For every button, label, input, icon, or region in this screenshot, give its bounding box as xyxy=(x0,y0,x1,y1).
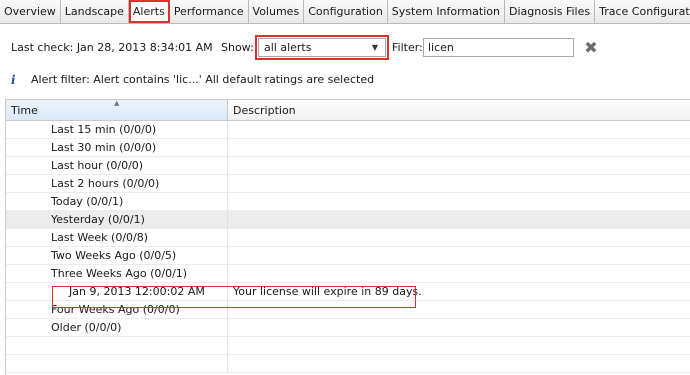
column-header-time-label: Time xyxy=(11,103,38,117)
description-cell xyxy=(228,337,690,354)
time-cell: Yesterday (0/0/1) xyxy=(6,211,228,228)
alert-filter-text: Alert filter: Alert contains 'lic...' Al… xyxy=(31,73,375,86)
description-cell xyxy=(228,211,690,228)
table-row[interactable]: Last Week (0/0/8) xyxy=(6,229,690,247)
time-cell: Last hour (0/0/0) xyxy=(6,157,228,174)
description-cell xyxy=(228,355,690,372)
show-label: Show: xyxy=(221,41,254,54)
time-cell: Two Weeks Ago (0/0/5) xyxy=(6,247,228,264)
table-row[interactable]: Last 2 hours (0/0/0) xyxy=(6,175,690,193)
table-row-alert[interactable]: Jan 9, 2013 12:00:02 AM Your license wil… xyxy=(6,283,690,301)
description-cell xyxy=(228,139,690,156)
info-icon: i xyxy=(11,72,16,87)
column-header-description-label: Description xyxy=(233,103,296,117)
time-cell xyxy=(6,355,228,372)
alert-description-cell: Your license will expire in 89 days. xyxy=(233,285,422,298)
description-cell xyxy=(228,265,690,282)
description-cell xyxy=(228,229,690,246)
tab-configuration[interactable]: Configuration xyxy=(304,0,388,23)
tab-system-information[interactable]: System Information xyxy=(387,0,505,23)
filter-label: Filter: xyxy=(392,41,423,54)
alert-time-cell: Jan 9, 2013 12:00:02 AM xyxy=(6,283,228,300)
time-cell: Older (0/0/0) xyxy=(6,319,228,336)
table-row[interactable]: Four Weeks Ago (0/0/0) xyxy=(6,301,690,319)
show-select-value: all alerts xyxy=(264,41,312,54)
tab-volumes[interactable]: Volumes xyxy=(248,0,305,23)
alerts-table: ▲ Time Description Last 15 min (0/0/0) L… xyxy=(5,99,690,375)
table-row[interactable]: Two Weeks Ago (0/0/5) xyxy=(6,247,690,265)
table-row[interactable]: Last hour (0/0/0) xyxy=(6,157,690,175)
tab-trace-configuration[interactable]: Trace Configuration xyxy=(595,0,690,23)
tab-overview[interactable]: Overview xyxy=(0,0,61,23)
column-header-description[interactable]: Description xyxy=(228,100,690,120)
show-select[interactable]: all alerts ▼ xyxy=(255,35,389,60)
sort-ascending-icon: ▲ xyxy=(114,99,120,107)
table-header: ▲ Time Description xyxy=(6,99,690,121)
clear-filter-button[interactable]: ✖ xyxy=(582,37,600,57)
close-icon: ✖ xyxy=(584,37,598,57)
table-row[interactable]: Today (0/0/1) xyxy=(6,193,690,211)
time-cell: Last 15 min (0/0/0) xyxy=(6,121,228,138)
table-row[interactable]: Last 30 min (0/0/0) xyxy=(6,139,690,157)
filter-input[interactable] xyxy=(423,38,574,57)
description-cell xyxy=(228,319,690,336)
time-cell: Last Week (0/0/8) xyxy=(6,229,228,246)
tab-landscape[interactable]: Landscape xyxy=(60,0,129,23)
tab-performance[interactable]: Performance xyxy=(169,0,249,23)
time-cell: Last 2 hours (0/0/0) xyxy=(6,175,228,192)
time-cell: Last 30 min (0/0/0) xyxy=(6,139,228,156)
time-cell: Today (0/0/1) xyxy=(6,193,228,210)
table-row-empty xyxy=(6,355,690,373)
tab-bar: Overview Landscape Alerts Performance Vo… xyxy=(0,0,690,24)
description-cell xyxy=(228,157,690,174)
time-cell: Three Weeks Ago (0/0/1) xyxy=(6,265,228,282)
table-row-empty xyxy=(6,337,690,355)
tab-alerts[interactable]: Alerts xyxy=(128,0,170,23)
alerts-toolbar: Last check: Jan 28, 2013 8:34:01 AM Show… xyxy=(0,35,690,60)
table-row-selected[interactable]: Yesterday (0/0/1) xyxy=(6,211,690,229)
column-header-time[interactable]: ▲ Time xyxy=(6,99,228,120)
time-cell xyxy=(6,337,228,354)
time-cell: Four Weeks Ago (0/0/0) xyxy=(6,301,228,318)
description-cell xyxy=(228,175,690,192)
description-cell xyxy=(228,121,690,138)
description-cell xyxy=(228,247,690,264)
tab-diagnosis-files[interactable]: Diagnosis Files xyxy=(505,0,596,23)
description-cell xyxy=(228,193,690,210)
description-cell xyxy=(228,301,690,318)
chevron-down-icon[interactable]: ▼ xyxy=(368,40,382,55)
alert-filter-info: i Alert filter: Alert contains 'lic...' … xyxy=(11,73,374,86)
table-row[interactable]: Last 15 min (0/0/0) xyxy=(6,121,690,139)
last-check-text: Last check: Jan 28, 2013 8:34:01 AM xyxy=(11,41,213,54)
table-row[interactable]: Three Weeks Ago (0/0/1) xyxy=(6,265,690,283)
table-row[interactable]: Older (0/0/0) xyxy=(6,319,690,337)
